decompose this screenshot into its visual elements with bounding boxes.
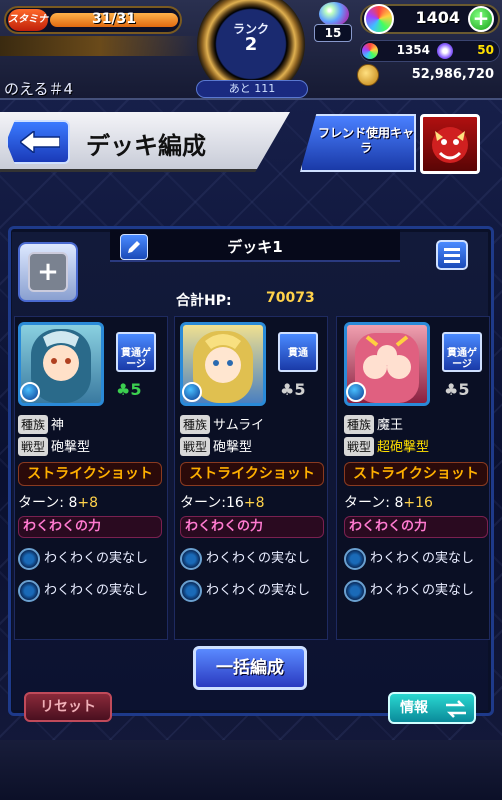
type-key: 戦型 <box>18 437 49 456</box>
waku-header-1: わくわくの力 <box>18 516 162 538</box>
element-orb-icon <box>182 382 202 402</box>
footer-background <box>0 740 502 800</box>
ability-tile-3: 貫通ゲージ <box>442 332 482 372</box>
turn-add-1: +8 <box>77 495 99 511</box>
sub-orb-count: 1354 <box>396 43 430 57</box>
swap-icon <box>446 700 466 718</box>
luck-value-1: ♣5 <box>116 380 142 399</box>
sub-orb-icon <box>362 43 378 59</box>
strike-shot-3: ストライクショット <box>344 462 488 486</box>
race-row-1: 種族神 <box>18 414 64 434</box>
race-row-3: 種族 魔王 <box>344 414 403 434</box>
turn-1: ターン: 8+8 <box>18 492 98 512</box>
type-row-1: 戦型 砲撃型 <box>18 436 90 456</box>
waku-slot-2-1[interactable]: わくわくの実なし <box>206 546 310 572</box>
type-row-2: 戦型 砲撃型 <box>180 436 252 456</box>
turn-add-2: +8 <box>243 495 265 511</box>
type-value: 砲撃型 <box>213 440 253 455</box>
waku-slot-icon[interactable] <box>18 580 40 602</box>
deck-list-button[interactable] <box>436 240 468 270</box>
deck-name: デッキ1 <box>227 238 283 256</box>
add-orb-button[interactable]: + <box>468 6 494 32</box>
race-row-2: 種族 サムライ <box>180 414 264 434</box>
waku-slot-3-2[interactable]: わくわくの実なし <box>370 578 474 604</box>
type-value: 砲撃型 <box>51 440 91 455</box>
strike-shot-2: ストライクショット <box>180 462 324 486</box>
add-slot-plus-icon[interactable]: + <box>28 252 68 292</box>
rank-value: 2 <box>244 34 258 55</box>
luck-value-3: ♣5 <box>444 380 470 399</box>
orb-count: 1404 <box>415 8 460 27</box>
gem-count: 50 <box>477 43 494 57</box>
orb-icon <box>364 4 394 34</box>
back-arrow-icon <box>20 131 60 153</box>
ability-tile-1: 貫通ゲージ <box>116 332 156 372</box>
turn-base-3: ターン: 8 <box>344 495 404 511</box>
race-value: サムライ <box>213 418 265 433</box>
element-orb-icon <box>20 382 40 402</box>
bulk-edit-button[interactable]: 一括編成 <box>193 646 307 690</box>
monster-ball-icon[interactable] <box>319 2 349 26</box>
stamina-gauge: スタミナ 31/31 <box>4 6 182 34</box>
race-value: 神 <box>51 418 65 433</box>
luck-number-2: 5 <box>294 380 306 399</box>
waku-header-3: わくわくの力 <box>344 516 488 538</box>
waku-slot-icon[interactable] <box>180 548 202 570</box>
reset-button[interactable]: リセット <box>24 692 112 722</box>
type-value: 超砲撃型 <box>377 440 430 455</box>
turn-3: ターン: 8+16 <box>344 492 433 512</box>
luck-number-1: 5 <box>130 380 142 399</box>
type-row-3: 戦型 超砲撃型 <box>344 436 429 456</box>
waku-slot-1-2[interactable]: わくわくの実なし <box>44 578 148 604</box>
ability-tile-2: 貫通 <box>278 332 318 372</box>
waku-header-2: わくわくの力 <box>180 516 324 538</box>
dragon-icon <box>432 127 468 163</box>
type-key: 戦型 <box>180 437 211 456</box>
strike-shot-1: ストライクショット <box>18 462 162 486</box>
stamina-decoration <box>0 36 200 56</box>
player-name: のえる＃4 <box>4 80 74 98</box>
race-value: 魔王 <box>377 418 404 433</box>
race-key: 種族 <box>180 415 211 434</box>
ball-count: 15 <box>314 24 352 42</box>
race-key: 種族 <box>18 415 49 434</box>
list-icon <box>444 248 460 251</box>
coin-count: 52,986,720 <box>411 67 494 82</box>
friend-character-label: フレンド使用キャラ <box>317 126 414 155</box>
friend-avatar[interactable] <box>420 114 480 174</box>
element-orb-icon <box>346 382 366 402</box>
turn-base-2: ターン:16 <box>180 495 244 511</box>
waku-slot-icon[interactable] <box>344 580 366 602</box>
total-hp-value: 70073 <box>266 290 315 306</box>
race-key: 種族 <box>344 415 375 434</box>
rank-next-exp: あと 111 <box>196 80 308 98</box>
waku-slot-3-1[interactable]: わくわくの実なし <box>370 546 474 572</box>
turn-base-1: ターン: 8 <box>18 495 78 511</box>
turn-add-3: +16 <box>403 495 433 511</box>
page-title: デッキ編成 <box>86 132 206 160</box>
turn-2: ターン:16+8 <box>180 492 264 512</box>
total-hp-label: 合計HP: <box>176 293 232 309</box>
coin-icon <box>357 64 379 86</box>
stamina-value: 31/31 <box>91 11 137 27</box>
stamina-label: スタミナ <box>8 9 48 31</box>
waku-slot-icon[interactable] <box>180 580 202 602</box>
luck-number-3: 5 <box>458 380 470 399</box>
type-key: 戦型 <box>344 437 375 456</box>
waku-slot-icon[interactable] <box>18 548 40 570</box>
waku-slot-1-1[interactable]: わくわくの実なし <box>44 546 148 572</box>
waku-slot-2-2[interactable]: わくわくの実なし <box>206 578 310 604</box>
luck-value-2: ♣5 <box>280 380 306 399</box>
waku-slot-icon[interactable] <box>344 548 366 570</box>
gem-icon <box>437 43 453 59</box>
